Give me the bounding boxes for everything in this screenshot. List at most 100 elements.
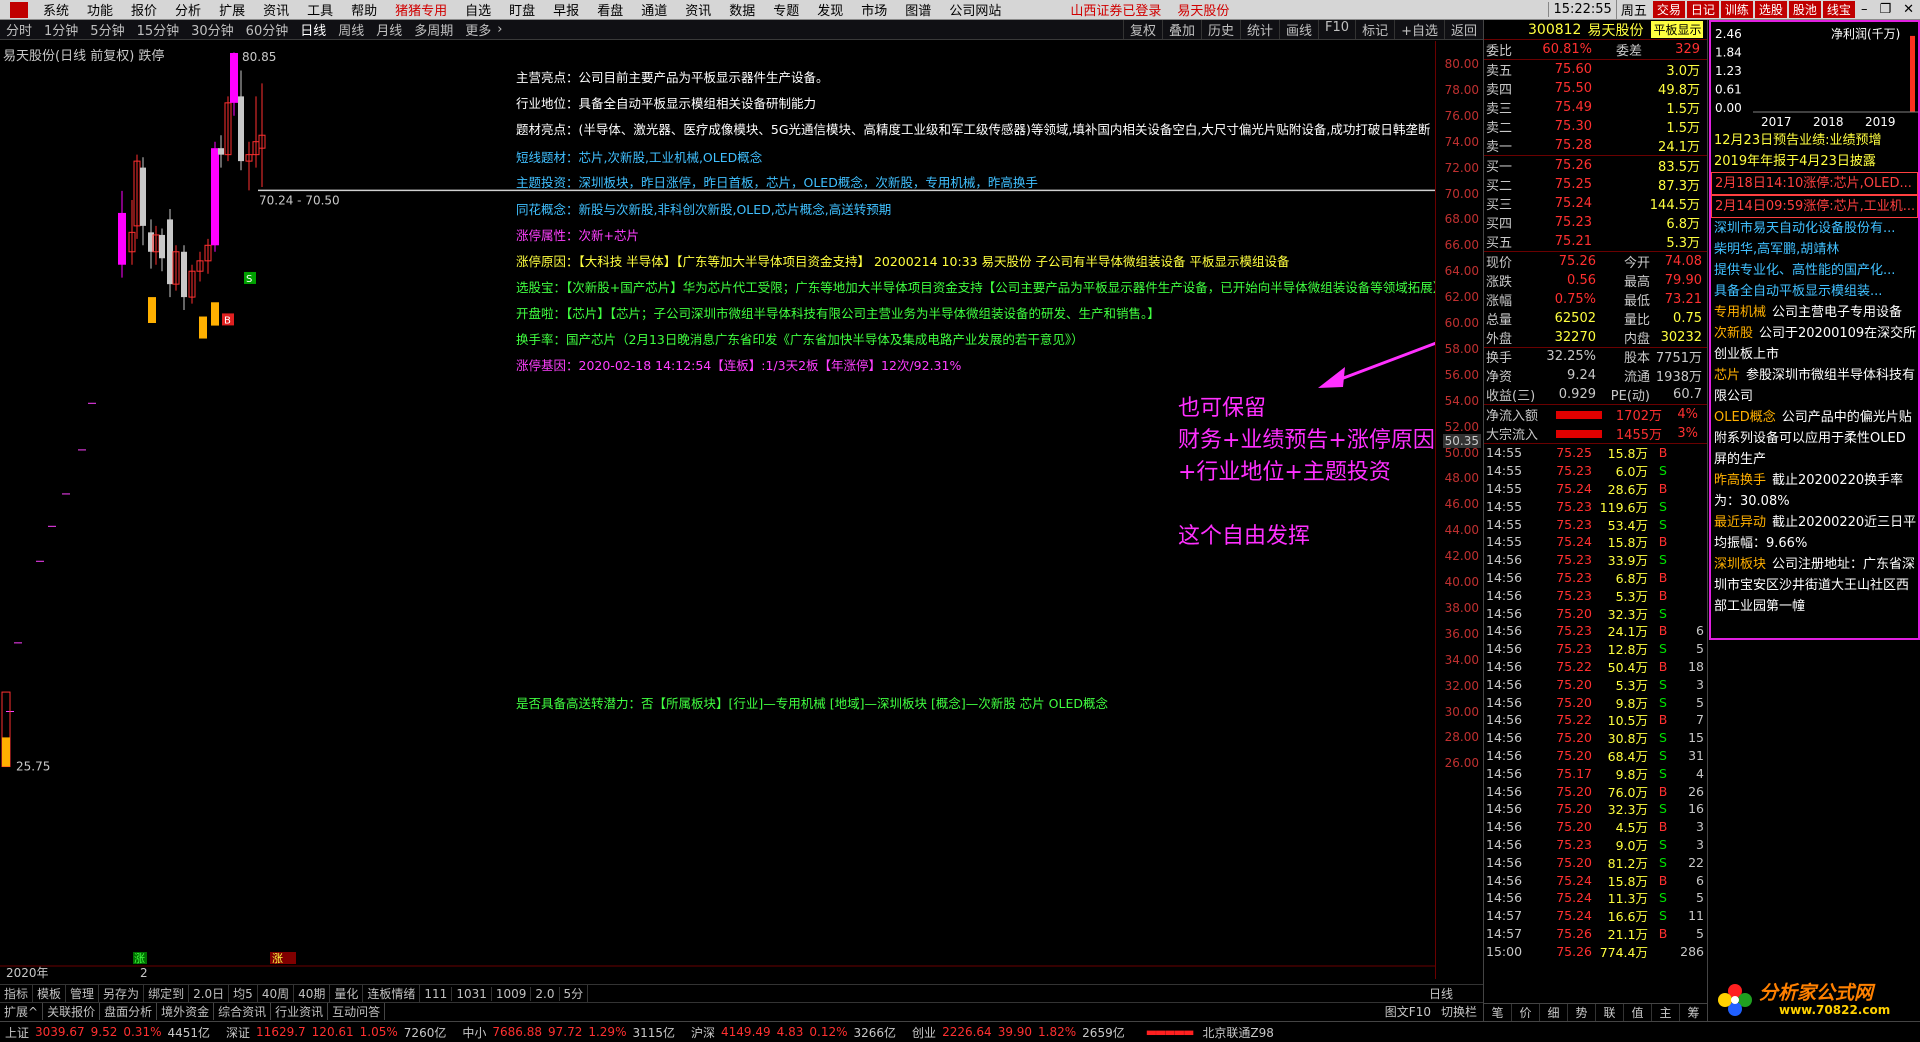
quote-footer-tab[interactable]: 笔 xyxy=(1484,1004,1512,1021)
bottom-tab-2[interactable]: 盘面分析 xyxy=(100,1003,158,1020)
tool-8[interactable]: 返回 xyxy=(1443,20,1483,39)
f10-line[interactable]: 柴明华,高军鹏,胡靖林 xyxy=(1711,239,1918,260)
restore-icon[interactable]: ❐ xyxy=(1873,2,1897,17)
period-7[interactable]: 周线 xyxy=(332,20,370,39)
buy-row[interactable]: 买三 75.24 144.5万 xyxy=(1484,194,1707,213)
quote-footer-tab[interactable]: 细 xyxy=(1540,1004,1568,1021)
tool-7[interactable]: +自选 xyxy=(1394,20,1444,39)
bottom-tab-4[interactable]: 综合资讯 xyxy=(214,1003,272,1020)
menu-item-10[interactable]: 盯盘 xyxy=(500,0,544,19)
index-name-1[interactable]: 深证 xyxy=(223,1024,253,1041)
tool-4[interactable]: 画线 xyxy=(1279,20,1318,39)
buy-row[interactable]: 买五 75.21 5.3万 xyxy=(1484,232,1707,251)
period-10[interactable]: 更多 xyxy=(459,20,497,39)
bottom-tab-5[interactable]: 行业资讯 xyxy=(271,1003,329,1020)
tool-5[interactable]: F10 xyxy=(1318,20,1355,39)
buy-row[interactable]: 买一 75.26 83.5万 xyxy=(1484,156,1707,175)
concept-item[interactable]: 芯片 参股深圳市微组半导体科技有限公司 xyxy=(1711,365,1918,407)
indicator-btn-7[interactable]: 40周 xyxy=(258,985,295,1002)
f10-line[interactable]: 具备全自动平板显示模组装... xyxy=(1711,281,1918,302)
menu-item-16[interactable]: 专题 xyxy=(764,0,808,19)
concept-item[interactable]: 专用机械 公司主营电子专用设备 xyxy=(1711,302,1918,323)
f10-line[interactable]: 深圳市易天自动化设备股份有... xyxy=(1711,218,1918,239)
more-chevron-icon[interactable]: › xyxy=(497,22,502,37)
menu-item-12[interactable]: 看盘 xyxy=(588,0,632,19)
menu-item-2[interactable]: 报价 xyxy=(122,0,166,19)
sell-row[interactable]: 卖二 75.30 1.5万 xyxy=(1484,117,1707,136)
top-button-4[interactable]: 股池 xyxy=(1788,1,1821,18)
indicator-btn-14[interactable]: 2.0 xyxy=(531,986,560,1001)
concept-item[interactable]: 昨高换手 截止20200220换手率为：30.08% xyxy=(1711,470,1918,512)
menu-item-18[interactable]: 市场 xyxy=(852,0,896,19)
menu-item-4[interactable]: 扩展 xyxy=(210,0,254,19)
period-6[interactable]: 日线 xyxy=(294,20,332,39)
menu-item-5[interactable]: 资讯 xyxy=(254,0,298,19)
bottom-tab-6[interactable]: 互动问答 xyxy=(328,1003,386,1020)
f10-line[interactable]: 2月18日14:10涨停:芯片,OLED... xyxy=(1711,172,1918,195)
top-button-5[interactable]: 线宝 xyxy=(1822,1,1855,18)
menu-item-1[interactable]: 功能 xyxy=(78,0,122,19)
tick-list[interactable]: 14:55 75.25 15.8万 B 14:55 75.23 6.0万 S 14:55 75.2… xyxy=(1484,444,1707,960)
indicator-btn-6[interactable]: 均5 xyxy=(229,985,258,1002)
menu-item-3[interactable]: 分析 xyxy=(166,0,210,19)
indicator-btn-12[interactable]: 1031 xyxy=(452,986,492,1001)
indicator-btn-10[interactable]: 连板情绪 xyxy=(363,985,421,1002)
index-name-2[interactable]: 中小 xyxy=(459,1024,489,1041)
period-0[interactable]: 分时 xyxy=(0,20,38,39)
sell-row[interactable]: 卖一 75.28 24.1万 xyxy=(1484,136,1707,155)
f10-line[interactable]: 提供专业化、高性能的国产化... xyxy=(1711,260,1918,281)
menu-item-7[interactable]: 帮助 xyxy=(342,0,386,19)
indicator-btn-4[interactable]: 绑定到 xyxy=(144,985,190,1002)
industry-badge[interactable]: 平板显示 xyxy=(1651,21,1704,38)
concept-item[interactable]: 最近异动 截止20200220近三日平均振幅：9.66% xyxy=(1711,512,1918,554)
period-label[interactable]: 日线 xyxy=(1429,985,1483,1002)
close-icon[interactable]: ✕ xyxy=(1897,2,1920,17)
f10-line[interactable]: 2月14日09:59涨停:芯片,工业机... xyxy=(1711,195,1918,218)
index-name-4[interactable]: 创业 xyxy=(909,1024,939,1041)
tool-6[interactable]: 标记 xyxy=(1355,20,1394,39)
concept-item[interactable]: 次新股 公司于20200109在深交所创业板上市 xyxy=(1711,323,1918,365)
period-4[interactable]: 30分钟 xyxy=(185,20,240,39)
menu-item-17[interactable]: 发现 xyxy=(808,0,852,19)
period-8[interactable]: 月线 xyxy=(370,20,408,39)
indicator-btn-1[interactable]: 模板 xyxy=(33,985,67,1002)
top-button-2[interactable]: 训练 xyxy=(1720,1,1753,18)
quote-footer-tab[interactable]: 筹 xyxy=(1680,1004,1708,1021)
bottom-tab-3[interactable]: 境外资金 xyxy=(157,1003,215,1020)
menu-item-0[interactable]: 系统 xyxy=(34,0,78,19)
buy-row[interactable]: 买二 75.25 87.3万 xyxy=(1484,175,1707,194)
concept-item[interactable]: OLED概念 公司产品中的偏光片贴附系列设备可以应用于柔性OLED屏的生产 xyxy=(1711,407,1918,470)
bottom-tab-1[interactable]: 关联报价 xyxy=(43,1003,101,1020)
quote-footer-tab[interactable]: 联 xyxy=(1596,1004,1624,1021)
indicator-btn-9[interactable]: 量化 xyxy=(330,985,364,1002)
f10-tab[interactable]: 图文F10 xyxy=(1381,1003,1435,1020)
switch-bar[interactable]: 切换栏 xyxy=(1435,1003,1483,1020)
quote-footer-tab[interactable]: 值 xyxy=(1624,1004,1652,1021)
menu-item-19[interactable]: 图谱 xyxy=(896,0,940,19)
top-button-3[interactable]: 选股 xyxy=(1754,1,1787,18)
quote-footer-tab[interactable]: 主 xyxy=(1652,1004,1680,1021)
indicator-btn-8[interactable]: 40期 xyxy=(294,985,331,1002)
top-button-0[interactable]: 交易 xyxy=(1652,1,1685,18)
sell-row[interactable]: 卖四 75.50 49.8万 xyxy=(1484,79,1707,98)
top-button-1[interactable]: 日记 xyxy=(1686,1,1719,18)
bottom-tab-0[interactable]: 扩展^ xyxy=(0,1003,44,1020)
sell-row[interactable]: 卖五 75.60 3.0万 xyxy=(1484,60,1707,79)
indicator-btn-13[interactable]: 1009 xyxy=(492,986,532,1001)
menu-item-15[interactable]: 数据 xyxy=(720,0,764,19)
indicator-btn-3[interactable]: 另存为 xyxy=(99,985,145,1002)
tool-3[interactable]: 统计 xyxy=(1240,20,1279,39)
tool-1[interactable]: 叠加 xyxy=(1161,20,1201,39)
index-name-3[interactable]: 沪深 xyxy=(688,1024,718,1041)
menu-item-13[interactable]: 通道 xyxy=(632,0,676,19)
indicator-btn-5[interactable]: 2.0日 xyxy=(189,985,230,1002)
kline-chart[interactable]: 易天股份(日线 前复权) 跌停 70.24 - 70.50 80.85 25.75 S… xyxy=(0,41,1445,979)
menu-item-20[interactable]: 公司网站 xyxy=(940,0,1010,19)
sell-row[interactable]: 卖三 75.49 1.5万 xyxy=(1484,98,1707,117)
quote-footer-tab[interactable]: 势 xyxy=(1568,1004,1596,1021)
menu-item-8[interactable]: 猪猪专用 xyxy=(386,0,456,19)
quote-footer-tab[interactable]: 价 xyxy=(1512,1004,1540,1021)
period-5[interactable]: 60分钟 xyxy=(240,20,295,39)
period-2[interactable]: 5分钟 xyxy=(84,20,130,39)
period-3[interactable]: 15分钟 xyxy=(131,20,186,39)
